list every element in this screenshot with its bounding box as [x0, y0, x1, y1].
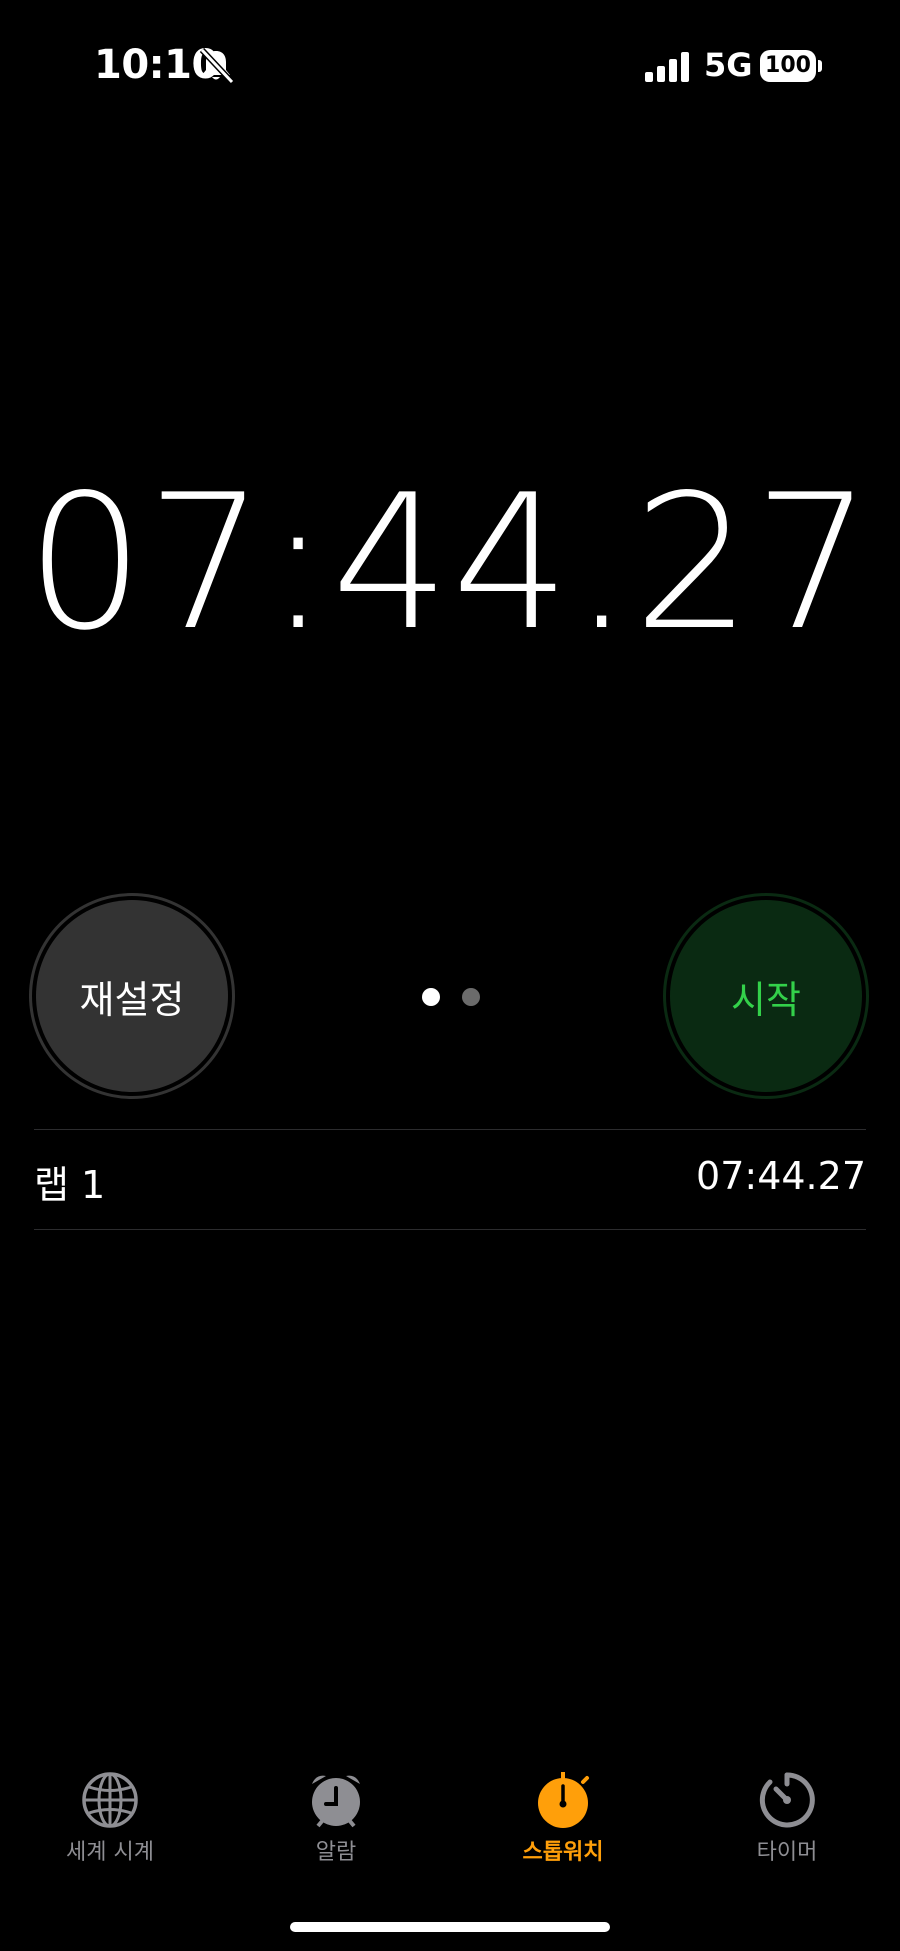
home-indicator[interactable] [290, 1922, 610, 1932]
tab-world-clock[interactable]: 세계 시계 [20, 1770, 200, 1866]
start-button[interactable]: 시작 [670, 900, 862, 1092]
lap-label: 랩 1 [34, 1163, 106, 1207]
tab-stopwatch[interactable]: 스톱워치 [473, 1770, 653, 1866]
globe-icon [82, 1772, 138, 1828]
lap-row: 랩 1 07:44.27 [34, 1130, 866, 1230]
reset-button-label: 재설정 [79, 977, 185, 1022]
page-dot-active [422, 988, 440, 1006]
alarm-clock-icon [312, 1775, 360, 1828]
bell-off-icon [199, 47, 235, 85]
stopwatch-icon [538, 1772, 589, 1828]
reset-button[interactable]: 재설정 [36, 900, 228, 1092]
tab-world-clock-label: 세계 시계 [66, 1840, 154, 1865]
page-dot-inactive [462, 988, 480, 1006]
tab-alarm-label: 알람 [315, 1840, 357, 1865]
battery-level: 100 [760, 50, 816, 82]
tab-timer-label: 타이머 [756, 1840, 818, 1865]
cellular-signal-icon [645, 52, 689, 82]
start-button-label: 시작 [731, 977, 801, 1022]
page-indicator[interactable] [420, 988, 490, 1006]
tab-alarm[interactable]: 알람 [246, 1770, 426, 1866]
timer-icon [759, 1772, 815, 1828]
battery-cap [818, 60, 822, 72]
lap-time: 07:44.27 [696, 1154, 866, 1198]
battery-icon: 100 [760, 50, 822, 82]
tab-stopwatch-label: 스톱워치 [522, 1840, 604, 1865]
network-type: 5G [704, 46, 753, 84]
stopwatch-screen: 10:10 5G 100 07:44.27 재설정 시작 랩 1 07:44.2… [0, 0, 900, 1951]
tab-timer[interactable]: 타이머 [697, 1770, 877, 1866]
elapsed-time-display: 07:44.27 [26, 454, 874, 671]
lap-divider-bottom [34, 1229, 866, 1230]
